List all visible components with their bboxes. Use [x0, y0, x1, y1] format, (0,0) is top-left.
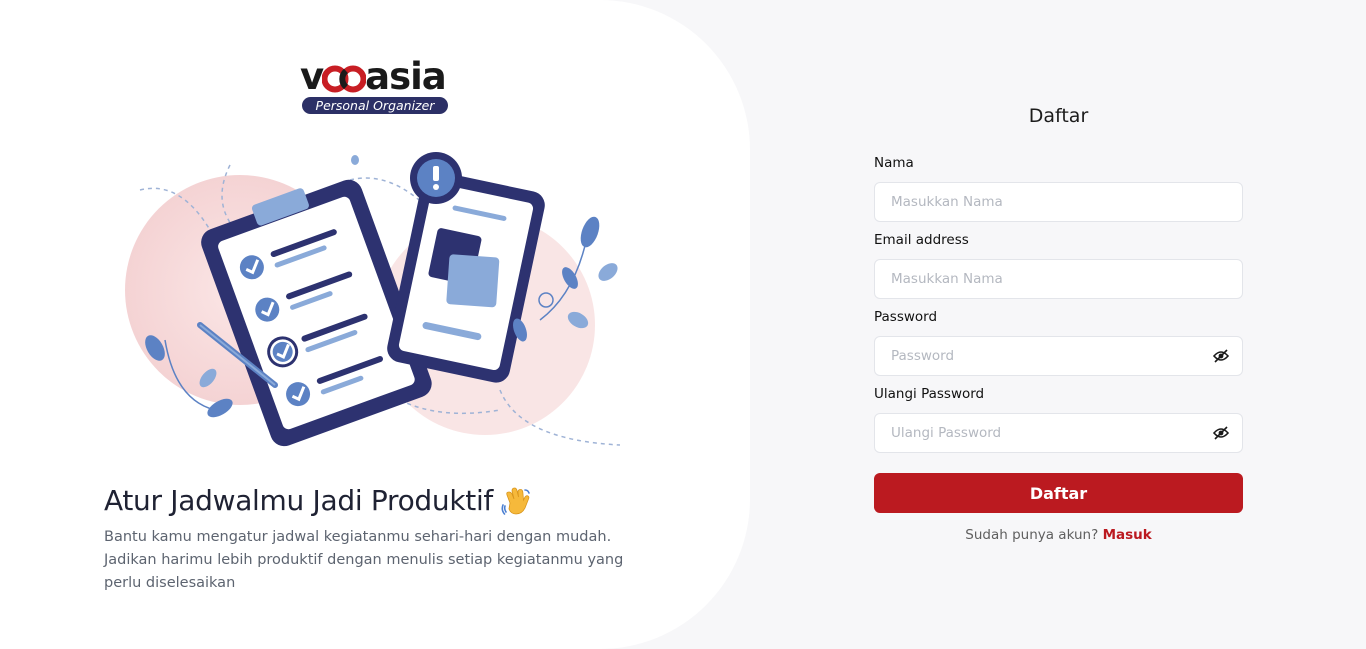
- logo-text-suffix: asia: [365, 55, 447, 98]
- login-prompt-text: Sudah punya akun?: [965, 527, 1099, 543]
- hero-title-text: Atur Jadwalmu Jadi Produktif: [104, 484, 493, 517]
- logo-text-prefix: v: [300, 55, 324, 98]
- name-label: Nama: [874, 155, 914, 171]
- logo: v asia Personal Organizer: [300, 58, 452, 114]
- password-field[interactable]: [874, 336, 1243, 376]
- hero-title: Atur Jadwalmu Jadi Produktif: [104, 484, 531, 517]
- eye-slash-icon[interactable]: [1213, 349, 1229, 363]
- name-field[interactable]: [874, 182, 1243, 222]
- logo-oo-mark: [322, 63, 367, 93]
- login-prompt: Sudah punya akun? Masuk: [874, 527, 1243, 543]
- password-input[interactable]: [875, 337, 1191, 375]
- name-input[interactable]: [875, 183, 1191, 221]
- confirm-password-input[interactable]: [875, 414, 1191, 452]
- email-input[interactable]: [875, 260, 1191, 298]
- confirm-password-label: Ulangi Password: [874, 386, 985, 402]
- hero-description: Bantu kamu mengatur jadwal kegiatanmu se…: [104, 529, 624, 591]
- waving-hand-icon: [501, 487, 530, 515]
- form-title: Daftar: [1028, 105, 1089, 127]
- clipboard-illustration: [125, 152, 621, 447]
- logo-wordmark: v asia: [300, 58, 452, 96]
- confirm-password-field[interactable]: [874, 413, 1243, 453]
- email-label: Email address: [874, 232, 969, 248]
- email-field[interactable]: [874, 259, 1243, 299]
- password-label: Password: [874, 309, 938, 325]
- logo-tagline: Personal Organizer: [302, 97, 448, 114]
- intro-panel: v asia Personal Organizer Atur Jadwalmu …: [0, 0, 750, 649]
- register-button[interactable]: Daftar: [874, 473, 1243, 513]
- eye-slash-icon[interactable]: [1213, 426, 1229, 440]
- login-link[interactable]: Masuk: [1103, 527, 1152, 543]
